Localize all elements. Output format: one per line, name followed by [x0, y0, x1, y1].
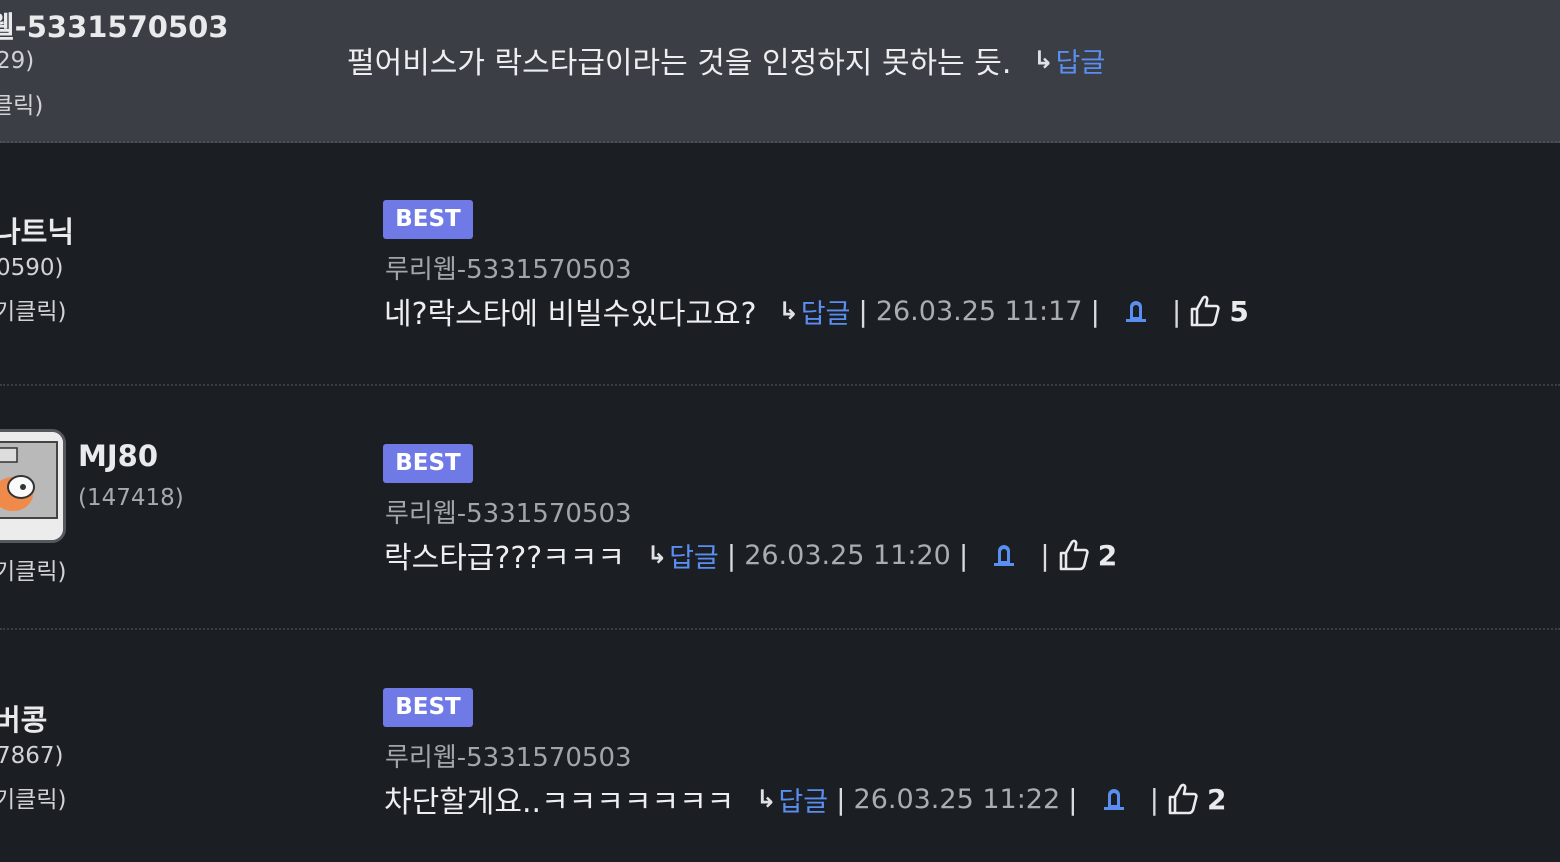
thumbs-up-icon [1059, 539, 1089, 571]
reply-arrow-icon: ↳ [778, 297, 799, 325]
user-click-label[interactable]: 기클릭) [0, 552, 66, 586]
comment-item: 버콩 7867) 기클릭) BEST 루리웹-5331570503 차단할게요.… [0, 631, 1560, 862]
user-level: 29) [0, 48, 35, 74]
comment-item: 웰-5331570503 29) 클릭) 펄어비스가 락스타급이라는 것을 인정… [0, 0, 1560, 143]
like-count: 2 [1097, 538, 1118, 572]
comment-text: 락스타급???ㅋㅋㅋ [384, 541, 625, 576]
bell-icon[interactable] [1100, 785, 1128, 813]
comment-source: 루리웹-5331570503 [385, 255, 632, 285]
comment-text: 펄어비스가 락스타급이라는 것을 인정하지 못하는 듯. [347, 46, 1012, 81]
comment-text-line: 차단할게요..ㅋㅋㅋㅋㅋㅋㅋ ↳ 답글 | 26.03.25 11:22 | | [384, 777, 1227, 821]
comment-time: 26.03.25 11:20 [744, 539, 951, 571]
separator: | [1171, 294, 1182, 328]
best-badge: BEST [383, 688, 473, 727]
reply-label: 답글 [778, 786, 829, 818]
reply-arrow-icon: ↳ [1033, 46, 1054, 74]
user-level: 7867) [0, 743, 64, 769]
separator: | [1040, 538, 1050, 572]
reply-button[interactable]: ↳ 답글 [1033, 41, 1105, 80]
comment-time: 26.03.25 11:22 [853, 783, 1061, 815]
comment-item: MJ80 (147418) 기클릭) BEST 루리웹-5331570503 락… [0, 387, 1560, 630]
like-button[interactable]: 5 [1189, 294, 1249, 328]
comment-text-line: 펄어비스가 락스타급이라는 것을 인정하지 못하는 듯. ↳ 답글 [347, 38, 1105, 82]
comment-text: 차단할게요..ㅋㅋㅋㅋㅋㅋㅋ [384, 785, 735, 820]
comment-text-line: 네?락스타에 비빌수있다고요? ↳ 답글 | 26.03.25 11:17 | … [384, 289, 1249, 333]
separator: | [858, 294, 868, 328]
comment-source: 루리웹-5331570503 [385, 499, 632, 529]
user-nickname[interactable]: MJ80 [78, 439, 158, 473]
separator: | [726, 538, 737, 572]
reply-label: 답글 [1055, 47, 1106, 79]
like-button[interactable]: 2 [1058, 538, 1117, 572]
comment-time: 26.03.25 11:17 [875, 295, 1083, 327]
separator: | [958, 538, 969, 572]
separator: | [836, 782, 846, 816]
bell-icon[interactable] [1122, 297, 1150, 325]
thumbs-up-icon [1168, 783, 1198, 815]
comment-list: 웰-5331570503 29) 클릭) 펄어비스가 락스타급이라는 것을 인정… [0, 0, 1560, 862]
user-level: (147418) [78, 485, 184, 511]
reply-label: 답글 [800, 298, 851, 330]
thumbs-up-icon [1191, 295, 1221, 327]
reply-arrow-icon: ↳ [756, 785, 777, 813]
reply-arrow-icon: ↳ [646, 541, 668, 569]
bell-icon[interactable] [990, 541, 1018, 569]
best-badge: BEST [383, 200, 473, 239]
reply-button[interactable]: ↳ 답글 [779, 292, 851, 331]
like-button[interactable]: 2 [1167, 782, 1227, 816]
separator: | [1068, 782, 1078, 816]
separator: | [1090, 294, 1100, 328]
separator: | [1149, 782, 1160, 816]
like-count: 5 [1229, 294, 1249, 328]
user-click-label[interactable]: 클릭) [0, 86, 43, 120]
user-nickname[interactable]: 웰-5331570503 [0, 4, 229, 46]
avatar[interactable] [0, 429, 66, 543]
comment-text: 네?락스타에 비빌수있다고요? [384, 297, 757, 332]
reply-button[interactable]: ↳ 답글 [756, 780, 828, 819]
user-click-label[interactable]: 기클릭) [0, 292, 66, 326]
user-level: 0590) [0, 255, 64, 281]
user-nickname[interactable]: 버콩 [0, 697, 47, 739]
user-nickname[interactable]: 나트닉 [0, 209, 74, 251]
user-click-label[interactable]: 기클릭) [0, 780, 66, 814]
comment-text-line: 락스타급???ㅋㅋㅋ ↳ 답글 | 26.03.25 11:20 | | 2 [384, 533, 1117, 577]
comment-item: 나트닉 0590) 기클릭) BEST 루리웹-5331570503 네?락스타… [0, 143, 1560, 386]
comment-source: 루리웹-5331570503 [385, 743, 632, 773]
reply-label: 답글 [669, 542, 719, 574]
reply-button[interactable]: ↳ 답글 [647, 536, 719, 575]
like-count: 2 [1207, 782, 1227, 816]
best-badge: BEST [383, 444, 473, 483]
